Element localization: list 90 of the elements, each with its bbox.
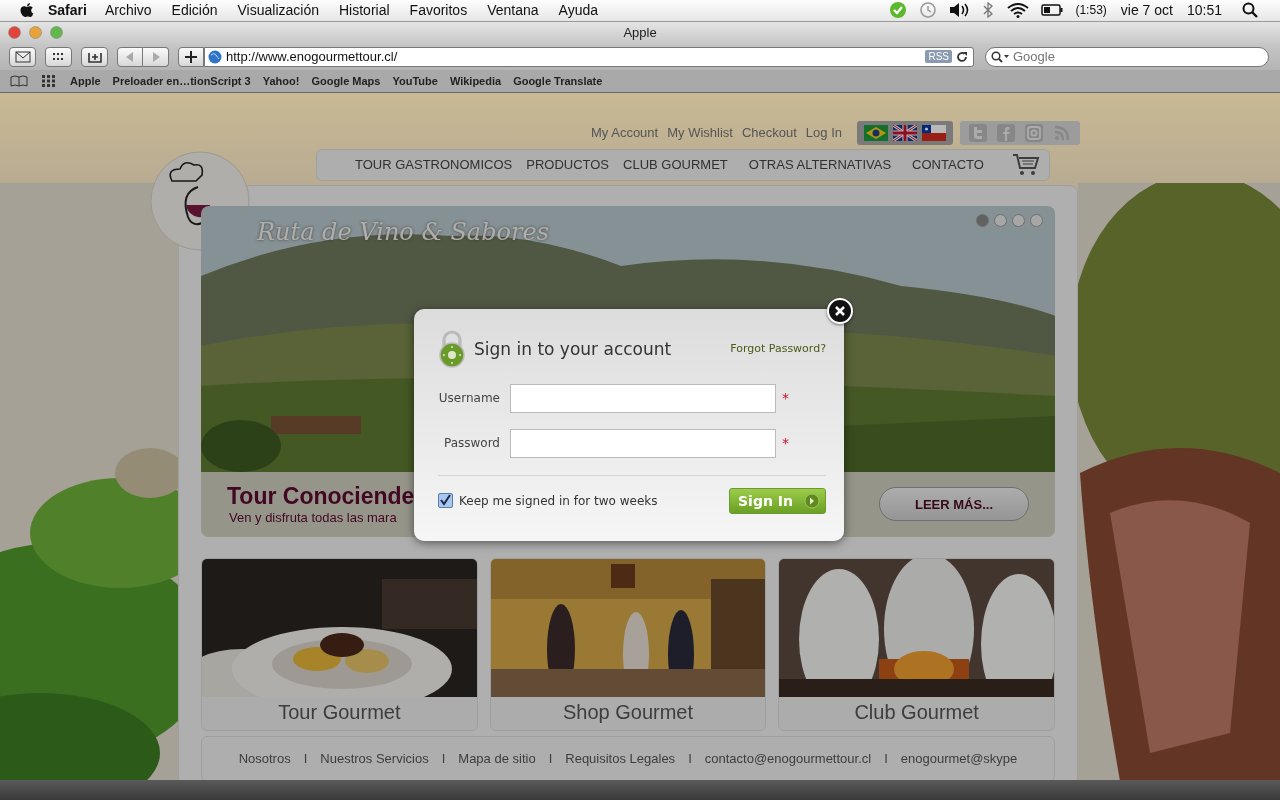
uk-flag-icon[interactable] bbox=[893, 124, 917, 141]
card-title: Club Gourmet bbox=[853, 699, 980, 725]
battery-time: (1:53) bbox=[1075, 3, 1107, 18]
footer-link[interactable]: Nosotros bbox=[238, 751, 291, 767]
bookmark-link[interactable]: Yahoo! bbox=[262, 74, 300, 87]
checkbox-label: Keep me signed in for two weeks bbox=[459, 493, 659, 508]
bookmark-link[interactable]: Google Translate bbox=[513, 74, 603, 87]
account-link[interactable]: Checkout bbox=[741, 125, 797, 141]
menu-item[interactable]: Archivo bbox=[104, 2, 152, 19]
new-tab-button[interactable] bbox=[178, 46, 204, 67]
footer-link[interactable]: contacto@enogourmettour.cl bbox=[704, 751, 872, 767]
brazil-flag-icon[interactable] bbox=[864, 124, 888, 141]
bookmark-link[interactable]: Google Maps bbox=[311, 74, 381, 87]
card-title: Tour Gourmet bbox=[277, 699, 402, 725]
account-link[interactable]: Log In bbox=[805, 125, 842, 141]
clock-icon[interactable] bbox=[919, 1, 938, 20]
close-icon bbox=[834, 304, 846, 317]
menu-item[interactable]: Ventana bbox=[487, 2, 539, 19]
field-label: Username bbox=[438, 391, 500, 406]
separator: I bbox=[884, 751, 888, 767]
add-bookmark-button[interactable] bbox=[81, 46, 108, 67]
forward-button[interactable] bbox=[143, 46, 169, 67]
nav-link[interactable]: OTRAS ALTERNATIVAS bbox=[748, 157, 892, 173]
category-card[interactable]: Tour Gourmet bbox=[201, 557, 478, 731]
dialog-title: Sign in to your account bbox=[474, 338, 673, 359]
window-title: Apple bbox=[622, 25, 658, 41]
field-label: Password bbox=[442, 436, 500, 451]
input-field[interactable] bbox=[510, 428, 776, 458]
grid-icon[interactable] bbox=[42, 74, 56, 87]
tray-plus-icon bbox=[86, 50, 103, 63]
bookmark-link[interactable]: Apple bbox=[70, 74, 101, 87]
volume-icon[interactable] bbox=[949, 2, 970, 19]
account-link[interactable]: My Account bbox=[591, 125, 659, 141]
menu-time: 10:51 bbox=[1186, 2, 1222, 19]
nav-link[interactable]: TOUR GASTRONOMICOS bbox=[355, 157, 513, 173]
back-button[interactable] bbox=[117, 46, 143, 67]
search-field[interactable]: Google bbox=[985, 46, 1269, 67]
chat-status-icon[interactable] bbox=[889, 1, 908, 20]
input-field[interactable] bbox=[510, 383, 776, 413]
arrow-circle-icon bbox=[804, 492, 820, 509]
footer-link[interactable]: Nuestros Servicios bbox=[320, 751, 429, 767]
separator: I bbox=[548, 751, 553, 767]
separator: I bbox=[303, 751, 308, 767]
separator: I bbox=[688, 751, 692, 767]
required-mark: * bbox=[782, 390, 789, 407]
envelope-icon bbox=[14, 50, 31, 63]
wifi-icon[interactable] bbox=[1007, 2, 1030, 19]
bookmark-link[interactable]: Wikipedia bbox=[449, 74, 502, 87]
footer-link[interactable]: enogourmet@skype bbox=[900, 751, 1018, 767]
grid-button[interactable] bbox=[45, 46, 72, 67]
nav-link[interactable]: CLUB GOURMET bbox=[623, 157, 728, 173]
account-link[interactable]: My Wishlist bbox=[667, 125, 733, 141]
required-mark: * bbox=[782, 435, 789, 452]
book-icon[interactable] bbox=[10, 74, 28, 87]
category-card[interactable]: Club Gourmet bbox=[778, 557, 1055, 731]
menu-item[interactable]: Visualización bbox=[237, 2, 319, 19]
globe-icon bbox=[208, 49, 222, 64]
separator: I bbox=[441, 751, 446, 767]
search-icon[interactable] bbox=[1242, 2, 1258, 19]
bookmark-link[interactable]: YouTube bbox=[392, 74, 438, 87]
chile-flag-icon[interactable] bbox=[922, 124, 946, 141]
slide-heading: Tour Conociende bbox=[227, 483, 415, 511]
cart-icon[interactable] bbox=[1011, 152, 1040, 177]
menu-item[interactable]: Favoritos bbox=[409, 2, 468, 19]
app-menu[interactable]: Safari bbox=[48, 2, 87, 19]
menu-date: vie 7 oct bbox=[1120, 2, 1173, 19]
address-field[interactable]: http://www.enogourmettour.cl/ RSS bbox=[204, 46, 974, 67]
card-title: Shop Gourmet bbox=[561, 699, 695, 725]
checkbox[interactable] bbox=[438, 493, 453, 509]
plus-icon bbox=[183, 50, 199, 63]
url-text: http://www.enogourmettour.cl/ bbox=[226, 49, 399, 65]
category-card[interactable]: Shop Gourmet bbox=[489, 557, 767, 731]
mail-button[interactable] bbox=[9, 46, 36, 67]
apple-logo-icon bbox=[20, 2, 34, 19]
nav-link[interactable]: PRODUCTOS bbox=[526, 157, 610, 173]
menu-item[interactable]: Ayuda bbox=[558, 2, 598, 19]
nav-link[interactable]: CONTACTO bbox=[912, 157, 984, 173]
menu-item[interactable]: Edición bbox=[171, 2, 218, 19]
padlock-icon bbox=[438, 329, 466, 368]
battery-icon[interactable] bbox=[1041, 4, 1064, 17]
footer-link[interactable]: Requisitos Legales bbox=[565, 751, 676, 767]
close-window-icon[interactable] bbox=[8, 26, 21, 40]
reload-icon[interactable] bbox=[956, 50, 968, 63]
search-icon bbox=[991, 50, 1011, 63]
menu-item[interactable]: Historial bbox=[339, 2, 390, 19]
read-more-button[interactable]: LEER MÁS... bbox=[879, 487, 1029, 522]
footer-link[interactable]: Mapa de sitio bbox=[458, 751, 536, 767]
bookmark-link[interactable]: Preloader en…tionScript 3 bbox=[112, 74, 251, 87]
slide-subtitle: Ven y disfruta todas las mara bbox=[229, 510, 398, 526]
forgot-password-link[interactable]: Forgot Password? bbox=[730, 342, 826, 356]
